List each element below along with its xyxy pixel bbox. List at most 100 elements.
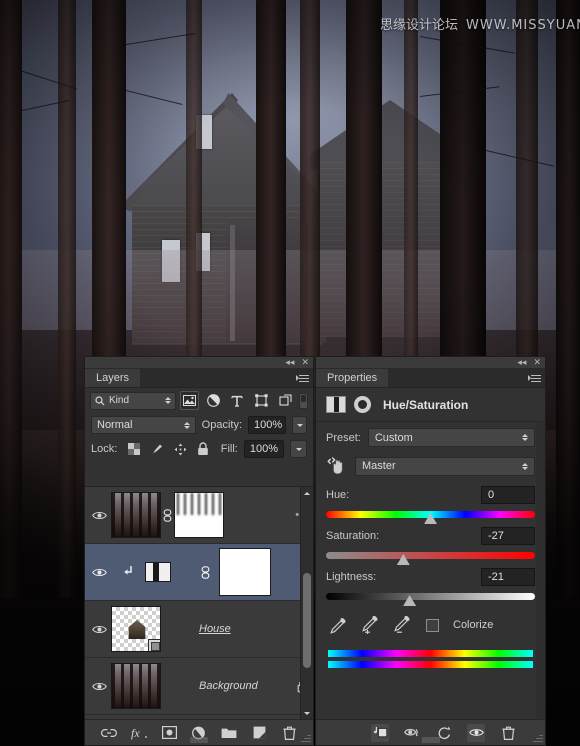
type-layer-filter-icon[interactable] xyxy=(227,391,247,410)
close-icon[interactable]: ✕ xyxy=(301,358,309,367)
blend-mode-stepper[interactable] xyxy=(183,421,190,429)
blend-mode-select[interactable]: Normal xyxy=(91,416,196,434)
filter-kind-stepper[interactable] xyxy=(164,397,171,404)
opacity-label: Opacity: xyxy=(201,419,243,431)
panel-menu-icon[interactable] xyxy=(296,373,309,384)
smart-object-badge-icon xyxy=(148,639,160,651)
properties-panel-body: Hue/Saturation Preset: Custom Master Hue… xyxy=(316,388,545,745)
lock-row: Lock: Fill: 100% xyxy=(85,437,313,461)
layer-visibility-toggle[interactable] xyxy=(87,601,111,658)
opacity-input[interactable]: 100% xyxy=(248,416,287,434)
adjustment-layer-filter-icon[interactable] xyxy=(203,391,223,410)
saturation-slider-track[interactable] xyxy=(326,552,535,565)
table-row[interactable] xyxy=(85,544,313,601)
layer-mask-thumbnail[interactable] xyxy=(219,548,271,596)
add-layer-mask-icon[interactable] xyxy=(160,724,178,742)
layer-mask-thumbnail[interactable] xyxy=(174,492,224,538)
preset-select[interactable]: Custom xyxy=(367,428,535,447)
new-layer-icon[interactable] xyxy=(250,724,268,742)
page-title: Hue/Saturation xyxy=(383,397,469,412)
eyedropper-add-icon[interactable] xyxy=(362,615,380,634)
hue-slider-block: Hue: 0 xyxy=(316,477,545,524)
scroll-down-arrow-icon[interactable] xyxy=(301,707,313,719)
fill-input[interactable]: 100% xyxy=(243,440,284,458)
table-row[interactable]: •• xyxy=(85,487,313,544)
panel-resize-grip[interactable] xyxy=(422,737,439,743)
hue-slider-track[interactable] xyxy=(326,511,535,524)
lock-transparent-pixels-icon[interactable] xyxy=(127,441,141,457)
eyedropper-subtract-icon[interactable] xyxy=(394,615,412,634)
clip-to-layer-icon[interactable] xyxy=(371,723,389,742)
layer-thumbnail[interactable] xyxy=(111,492,161,538)
on-image-adjustment-hand-icon[interactable] xyxy=(326,455,348,477)
corner-resize-handle[interactable] xyxy=(301,733,311,743)
new-group-icon[interactable] xyxy=(220,724,238,742)
view-previous-state-icon[interactable] xyxy=(403,724,421,742)
tab-layers[interactable]: Layers xyxy=(85,369,142,387)
table-row[interactable]: House xyxy=(85,601,313,658)
lightness-slider-track[interactable] xyxy=(326,593,535,606)
corner-resize-handle[interactable] xyxy=(533,733,543,743)
layer-list: •• xyxy=(85,486,313,719)
hue-label: Hue: xyxy=(326,489,350,501)
pixel-layer-filter-icon[interactable] xyxy=(179,391,200,410)
colorize-label: Colorize xyxy=(453,619,494,631)
layer-visibility-toggle[interactable] xyxy=(87,544,111,601)
eyedropper-icon[interactable] xyxy=(330,616,348,634)
filter-kind-select[interactable]: Kind xyxy=(90,391,176,410)
channel-stepper[interactable] xyxy=(522,462,528,470)
spectrum-bar-bottom[interactable] xyxy=(328,661,533,668)
saturation-input[interactable]: -27 xyxy=(481,527,535,545)
layer-visibility-toggle[interactable] xyxy=(87,487,111,544)
colorize-checkbox[interactable] xyxy=(426,618,439,632)
close-icon[interactable]: ✕ xyxy=(533,358,541,367)
adjustment-layer-thumbnail[interactable] xyxy=(145,562,171,582)
lock-position-icon[interactable] xyxy=(173,441,187,457)
shape-layer-filter-icon[interactable] xyxy=(251,391,271,410)
layer-mask-icon[interactable] xyxy=(354,396,371,413)
collapse-icon[interactable]: ◂◂ xyxy=(517,358,526,367)
properties-scrollbar[interactable] xyxy=(536,422,545,719)
channel-row: Master xyxy=(316,447,545,477)
lock-image-pixels-icon[interactable] xyxy=(150,441,164,457)
layer-filter-row: Kind xyxy=(85,388,313,413)
filter-enable-toggle[interactable] xyxy=(299,392,309,409)
saturation-slider-block: Saturation: -27 xyxy=(316,518,545,565)
layers-panel-bottom-bar: fx xyxy=(85,719,313,745)
collapse-icon[interactable]: ◂◂ xyxy=(285,358,294,367)
smart-object-filter-icon[interactable] xyxy=(275,391,295,410)
preset-stepper[interactable] xyxy=(522,434,528,441)
fill-dropdown-arrow[interactable] xyxy=(290,440,307,458)
panel-resize-grip[interactable] xyxy=(190,737,208,743)
layer-list-scrollbar[interactable] xyxy=(300,487,313,719)
table-row[interactable]: Background xyxy=(85,658,313,715)
delete-adjustment-icon[interactable] xyxy=(499,724,517,742)
panel-menu-icon[interactable] xyxy=(528,373,541,384)
layer-thumbnail[interactable] xyxy=(111,663,161,709)
spectrum-bar-top[interactable] xyxy=(328,650,533,657)
delete-layer-icon[interactable] xyxy=(280,724,298,742)
layer-visibility-toggle[interactable] xyxy=(87,658,111,715)
opacity-dropdown-arrow[interactable] xyxy=(292,416,307,434)
scroll-up-arrow-icon[interactable] xyxy=(301,487,313,499)
svg-text:fx: fx xyxy=(131,726,140,740)
toggle-layer-visibility-icon[interactable] xyxy=(467,723,485,742)
preset-label: Preset: xyxy=(326,431,361,444)
link-mask-icon[interactable] xyxy=(161,508,174,522)
link-layers-icon[interactable] xyxy=(100,724,118,742)
lightness-input[interactable]: -21 xyxy=(481,568,535,586)
color-range-spectrum xyxy=(316,634,545,668)
hue-input[interactable]: 0 xyxy=(481,486,535,504)
properties-panel-topbar: ◂◂ ✕ xyxy=(316,357,545,369)
layer-name[interactable]: Background xyxy=(161,680,291,692)
layer-name[interactable]: House xyxy=(161,623,313,635)
layer-thumbnail[interactable] xyxy=(111,606,161,652)
scrollbar-thumb[interactable] xyxy=(303,573,311,668)
channel-select[interactable]: Master xyxy=(355,456,535,476)
preset-row: Preset: Custom xyxy=(316,422,545,447)
lightness-label: Lightness: xyxy=(326,571,377,583)
add-layer-style-icon[interactable]: fx xyxy=(130,724,148,742)
lock-all-icon[interactable] xyxy=(196,441,210,457)
tab-properties[interactable]: Properties xyxy=(316,369,390,387)
link-mask-icon[interactable] xyxy=(199,565,212,579)
